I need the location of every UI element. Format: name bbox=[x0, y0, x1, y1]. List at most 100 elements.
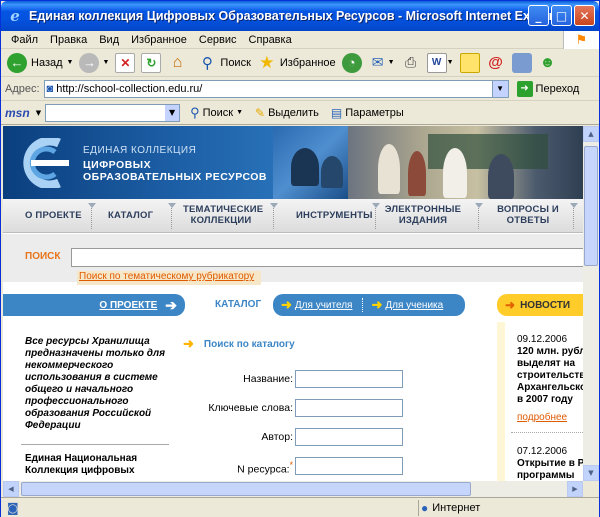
nav-catalog[interactable]: КАТАЛОГ bbox=[108, 210, 153, 221]
word-icon: W bbox=[426, 52, 447, 73]
search-area: ПОИСК Поиск по тематическому рубрикатору bbox=[3, 234, 583, 285]
msn-search-button[interactable]: ⚲ Поиск ▼ bbox=[190, 105, 243, 121]
site-search-input[interactable] bbox=[71, 248, 583, 267]
forward-button[interactable]: → ▼ bbox=[79, 52, 110, 73]
favorites-button[interactable]: ★ Избранное bbox=[257, 53, 335, 73]
field-resource-number-row: N ресурса:* bbox=[183, 457, 483, 476]
scroll-right-icon[interactable]: ▶ bbox=[567, 481, 583, 497]
field-author-row: Автор: bbox=[183, 428, 483, 446]
news-headline[interactable]: Открытие в Р программы bbox=[517, 458, 583, 481]
ie-icon: e bbox=[10, 7, 20, 25]
msn-highlight-button[interactable]: ✎ Выделить bbox=[255, 106, 319, 120]
nav-electronic-editions[interactable]: ЭЛЕКТРОННЫЕ ИЗДАНИЯ bbox=[383, 204, 463, 226]
audience-tabs: ➜ Для учителя ➜ Для ученика bbox=[273, 294, 465, 316]
site-banner: ЕДИНАЯ КОЛЛЕКЦИЯ ЦИФРОВЫХ ОБРАЗОВАТЕЛЬНЫ… bbox=[3, 126, 583, 199]
news-column: 09.12.2006 120 млн. рубл выделят на стро… bbox=[497, 322, 583, 481]
address-dropdown-icon[interactable]: ▼ bbox=[491, 80, 508, 97]
standard-toolbar: ← Назад ▼ → ▼ ✕ ↻ ⌂ ⚲ Поиск ★ Избранное … bbox=[1, 49, 599, 77]
windows-logo-icon: ⚑ bbox=[563, 31, 599, 49]
msn-search-input[interactable]: ▼ bbox=[45, 103, 181, 122]
browser-window: e Единая коллекция Цифровых Образователь… bbox=[0, 0, 600, 517]
go-arrow-icon: ➜ bbox=[516, 80, 533, 97]
mail-icon: ✉ bbox=[371, 54, 384, 70]
msn-options-button[interactable]: ▤ Параметры bbox=[331, 106, 404, 120]
print-button[interactable]: ⎙ bbox=[401, 53, 421, 73]
tab-news[interactable]: ➜ НОВОСТИ bbox=[497, 294, 583, 316]
tab-about[interactable]: О ПРОЕКТЕ ➔ bbox=[3, 294, 185, 316]
vertical-scroll-thumb[interactable] bbox=[584, 146, 598, 266]
menu-favorites[interactable]: Избранное bbox=[125, 34, 193, 46]
nav-faq[interactable]: ВОПРОСЫ И ОТВЕТЫ bbox=[493, 204, 563, 226]
menu-edit[interactable]: Правка bbox=[44, 34, 93, 46]
history-button[interactable]: ◔ bbox=[341, 52, 362, 73]
scroll-down-icon[interactable]: ▼ bbox=[583, 465, 599, 481]
menu-tools[interactable]: Сервис bbox=[193, 34, 243, 46]
section-tabs: О ПРОЕКТЕ ➔ КАТАЛОГ ➜ Для учителя ➜ Для … bbox=[3, 294, 583, 316]
go-button[interactable]: ➜ Переход bbox=[516, 80, 579, 97]
rubricator-search-link[interactable]: Поиск по тематическому рубрикатору bbox=[77, 271, 261, 285]
title-bar[interactable]: e Единая коллекция Цифровых Образователь… bbox=[1, 1, 599, 31]
menu-help[interactable]: Справка bbox=[243, 34, 298, 46]
tab-catalog[interactable]: КАТАЛОГ bbox=[215, 299, 261, 310]
forward-dropdown-icon: ▼ bbox=[102, 59, 110, 66]
research-icon bbox=[511, 52, 532, 73]
tab-for-teacher[interactable]: Для учителя bbox=[295, 300, 353, 311]
messenger-at-button[interactable]: @ bbox=[486, 53, 506, 73]
print-icon: ⎙ bbox=[404, 54, 417, 70]
field-resource-number-input[interactable] bbox=[295, 457, 403, 475]
security-zone: ● Интернет bbox=[421, 500, 481, 515]
nav-about[interactable]: О ПРОЕКТЕ bbox=[25, 210, 82, 221]
tab-for-student[interactable]: Для ученика bbox=[385, 300, 443, 311]
research-button[interactable] bbox=[511, 52, 532, 73]
mail-button[interactable]: ✉ ▼ bbox=[368, 53, 395, 73]
msn-search-dropdown-icon[interactable]: ▼ bbox=[165, 104, 180, 121]
search-button[interactable]: ⚲ Поиск bbox=[197, 53, 251, 73]
scroll-left-icon[interactable]: ◀ bbox=[3, 481, 19, 497]
messenger-button[interactable]: ☻ bbox=[538, 53, 558, 73]
window-title: Единая коллекция Цифровых Образовательны… bbox=[29, 9, 566, 23]
close-button[interactable]: ✕ bbox=[574, 5, 595, 26]
divider bbox=[21, 444, 169, 445]
horizontal-scroll-thumb[interactable] bbox=[21, 482, 471, 496]
back-button[interactable]: ← Назад ▼ bbox=[7, 52, 74, 73]
msn-logo[interactable]: msn bbox=[5, 106, 30, 120]
scroll-up-icon[interactable]: ▲ bbox=[583, 126, 599, 142]
home-button[interactable]: ⌂ bbox=[167, 53, 187, 73]
refresh-button[interactable]: ↻ bbox=[141, 52, 162, 73]
word-dropdown-icon: ▼ bbox=[446, 59, 454, 66]
stop-button[interactable]: ✕ bbox=[115, 52, 136, 73]
field-author-input[interactable] bbox=[295, 428, 403, 446]
maximize-button[interactable]: □ bbox=[551, 5, 572, 26]
arrow-right-icon: ➜ bbox=[505, 298, 516, 312]
status-bar: ◙ ● Интернет bbox=[1, 497, 599, 517]
discuss-button[interactable] bbox=[459, 52, 480, 73]
news-more-link[interactable]: подробнее bbox=[517, 412, 567, 423]
catalog-search-form: ➜ Поиск по каталогу Название: Ключевые с… bbox=[183, 336, 483, 476]
refresh-icon: ↻ bbox=[141, 52, 162, 73]
msn-search-dropdown-arrow-icon[interactable]: ▼ bbox=[236, 109, 243, 116]
field-keywords-label: Ключевые слова: bbox=[208, 402, 293, 414]
msn-logo-dropdown-icon[interactable]: ▼ bbox=[36, 109, 41, 117]
menu-file[interactable]: Файл bbox=[5, 34, 44, 46]
nav-thematic-collections[interactable]: ТЕМАТИЧЕСКИЕ КОЛЛЕКЦИИ bbox=[183, 204, 263, 226]
page-icon: ◙ bbox=[46, 82, 54, 95]
minimize-button[interactable]: _ bbox=[528, 5, 549, 26]
horizontal-scrollbar[interactable]: ◀ ▶ bbox=[3, 481, 583, 497]
field-keywords-input[interactable] bbox=[295, 399, 403, 417]
back-dropdown-icon[interactable]: ▼ bbox=[67, 59, 74, 66]
menu-bar: Файл Правка Вид Избранное Сервис Справка bbox=[1, 31, 599, 49]
nav-tools[interactable]: ИНСТРУМЕНТЫ bbox=[296, 210, 373, 221]
banner-photo-students bbox=[273, 126, 348, 199]
field-keywords-row: Ключевые слова: bbox=[183, 399, 483, 417]
home-icon: ⌂ bbox=[172, 53, 183, 71]
word-button[interactable]: W ▼ bbox=[426, 52, 454, 73]
vertical-scrollbar[interactable]: ▲ ▼ bbox=[583, 126, 599, 481]
news-headline[interactable]: 120 млн. рубл выделят на строительств Ар… bbox=[517, 346, 583, 406]
at-sign-icon: @ bbox=[488, 54, 503, 71]
address-input[interactable]: ◙ http://school-collection.edu.ru/ ▼ bbox=[43, 79, 509, 98]
required-mark: * bbox=[289, 460, 293, 470]
collection-logo-icon bbox=[23, 138, 69, 188]
search-label: ПОИСК bbox=[25, 251, 61, 262]
field-title-input[interactable] bbox=[295, 370, 403, 388]
menu-view[interactable]: Вид bbox=[93, 34, 125, 46]
